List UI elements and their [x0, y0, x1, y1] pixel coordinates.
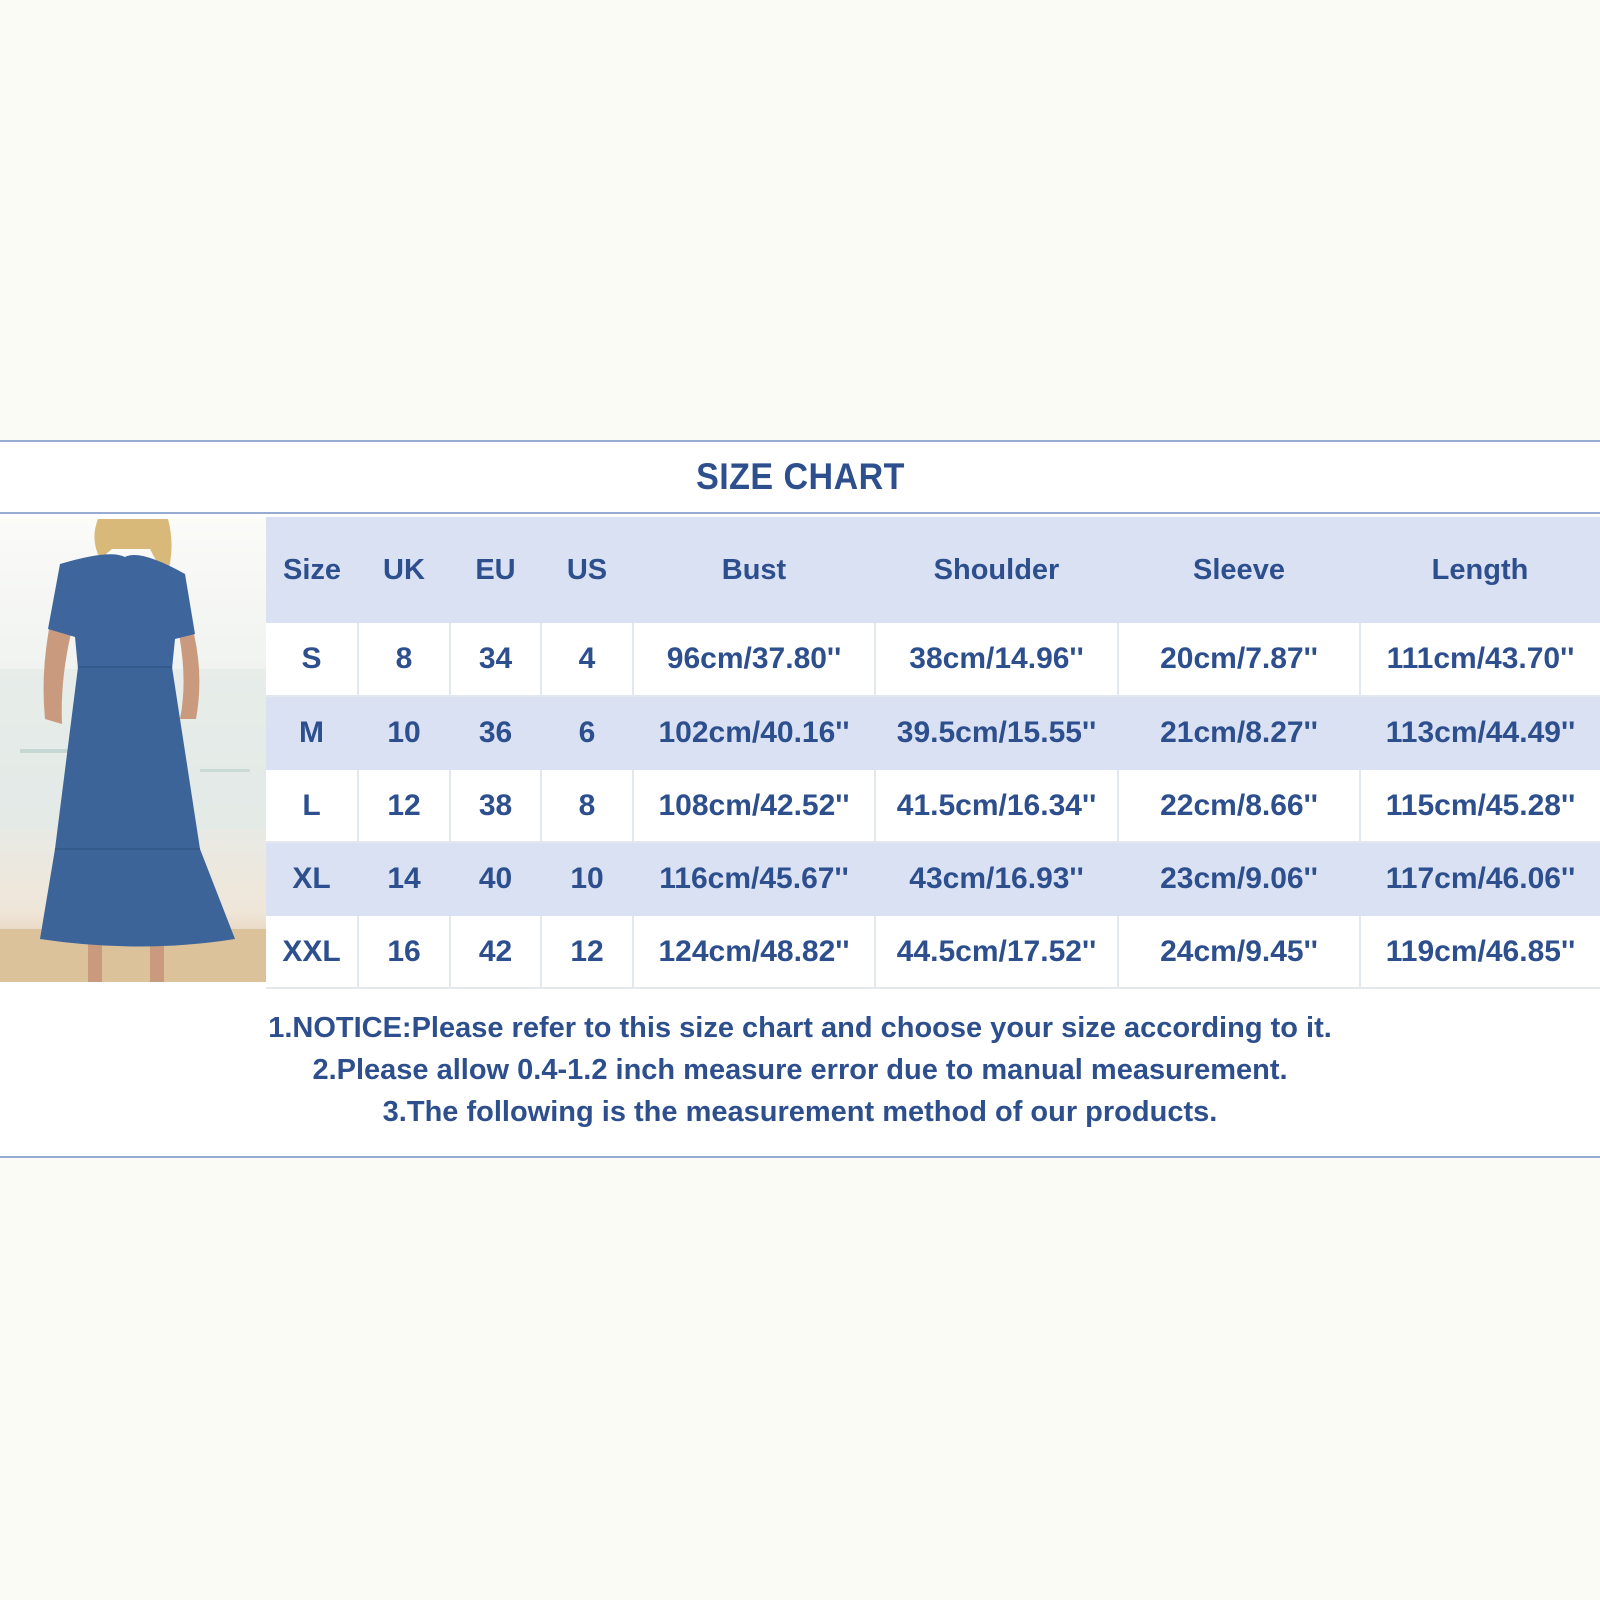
table-row: S 8 34 4 96cm/37.80'' 38cm/14.96'' 20cm/…: [266, 623, 1600, 697]
header-bust: Bust: [721, 553, 787, 586]
cell-uk: 10: [357, 696, 450, 770]
note-2: 2.Please allow 0.4-1.2 inch measure erro…: [312, 1054, 1288, 1086]
header-sleeve: Sleeve: [1193, 553, 1285, 586]
header-us: US: [566, 553, 608, 586]
header-uk: UK: [383, 553, 425, 586]
cell-sleeve: 22cm/8.66'': [1117, 769, 1360, 843]
cell-us: 12: [540, 915, 633, 989]
cell-length: 119cm/46.85'': [1359, 915, 1600, 989]
product-photo: [0, 519, 266, 982]
cell-shoulder: 41.5cm/16.34'': [874, 769, 1118, 843]
title-bar: SIZE CHART: [0, 442, 1600, 514]
cell-shoulder: 44.5cm/17.52'': [874, 915, 1118, 989]
cell-size: XL: [266, 842, 358, 916]
cell-size: M: [266, 696, 358, 770]
size-chart-panel: SIZE CHART Size UK EU US Bust Shoulder S…: [0, 440, 1600, 1158]
cell-uk: 8: [357, 623, 450, 697]
cell-length: 111cm/43.70'': [1359, 623, 1600, 697]
header-shoulder: Shoulder: [933, 553, 1060, 586]
cell-shoulder: 43cm/16.93'': [874, 842, 1118, 916]
cell-sleeve: 24cm/9.45'': [1117, 915, 1360, 989]
cell-eu: 40: [449, 842, 541, 916]
cell-shoulder: 38cm/14.96'': [874, 623, 1118, 697]
cell-eu: 36: [449, 696, 541, 770]
table-row: L 12 38 8 108cm/42.52'' 41.5cm/16.34'' 2…: [266, 769, 1600, 843]
cell-uk: 16: [357, 915, 450, 989]
cell-sleeve: 20cm/7.87'': [1117, 623, 1360, 697]
header-eu: EU: [475, 553, 516, 586]
cell-us: 4: [540, 623, 633, 697]
cell-sleeve: 21cm/8.27'': [1117, 696, 1360, 770]
cell-eu: 42: [449, 915, 541, 989]
cell-uk: 14: [357, 842, 450, 916]
cell-size: L: [266, 769, 358, 843]
note-1: 1.NOTICE:Please refer to this size chart…: [268, 1012, 1332, 1044]
cell-length: 117cm/46.06'': [1359, 842, 1600, 916]
cell-length: 113cm/44.49'': [1359, 696, 1600, 770]
dress-illustration: [0, 519, 266, 982]
cell-uk: 12: [357, 769, 450, 843]
table-header-row: Size UK EU US Bust Shoulder Sleeve Lengt…: [266, 517, 1600, 623]
cell-size: S: [266, 623, 358, 697]
size-chart-title: SIZE CHART: [695, 456, 905, 497]
cell-us: 8: [540, 769, 633, 843]
cell-length: 115cm/45.28'': [1359, 769, 1600, 843]
table-row: XL 14 40 10 116cm/45.67'' 43cm/16.93'' 2…: [266, 842, 1600, 916]
cell-size: XXL: [266, 915, 358, 989]
cell-bust: 116cm/45.67'': [632, 842, 875, 916]
header-length: Length: [1431, 553, 1529, 586]
cell-shoulder: 39.5cm/15.55'': [874, 696, 1118, 770]
size-table: Size UK EU US Bust Shoulder Sleeve Lengt…: [266, 517, 1600, 989]
cell-bust: 108cm/42.52'': [632, 769, 875, 843]
cell-us: 10: [540, 842, 633, 916]
cell-eu: 38: [449, 769, 541, 843]
table-row: M 10 36 6 102cm/40.16'' 39.5cm/15.55'' 2…: [266, 696, 1600, 770]
note-3: 3.The following is the measurement metho…: [382, 1096, 1218, 1128]
cell-sleeve: 23cm/9.06'': [1117, 842, 1360, 916]
table-row: XXL 16 42 12 124cm/48.82'' 44.5cm/17.52'…: [266, 915, 1600, 989]
cell-bust: 124cm/48.82'': [632, 915, 875, 989]
header-size: Size: [282, 553, 342, 586]
cell-bust: 102cm/40.16'': [632, 696, 875, 770]
cell-eu: 34: [449, 623, 541, 697]
cell-us: 6: [540, 696, 633, 770]
cell-bust: 96cm/37.80'': [632, 623, 875, 697]
notes-section: 1.NOTICE:Please refer to this size chart…: [0, 1007, 1600, 1133]
